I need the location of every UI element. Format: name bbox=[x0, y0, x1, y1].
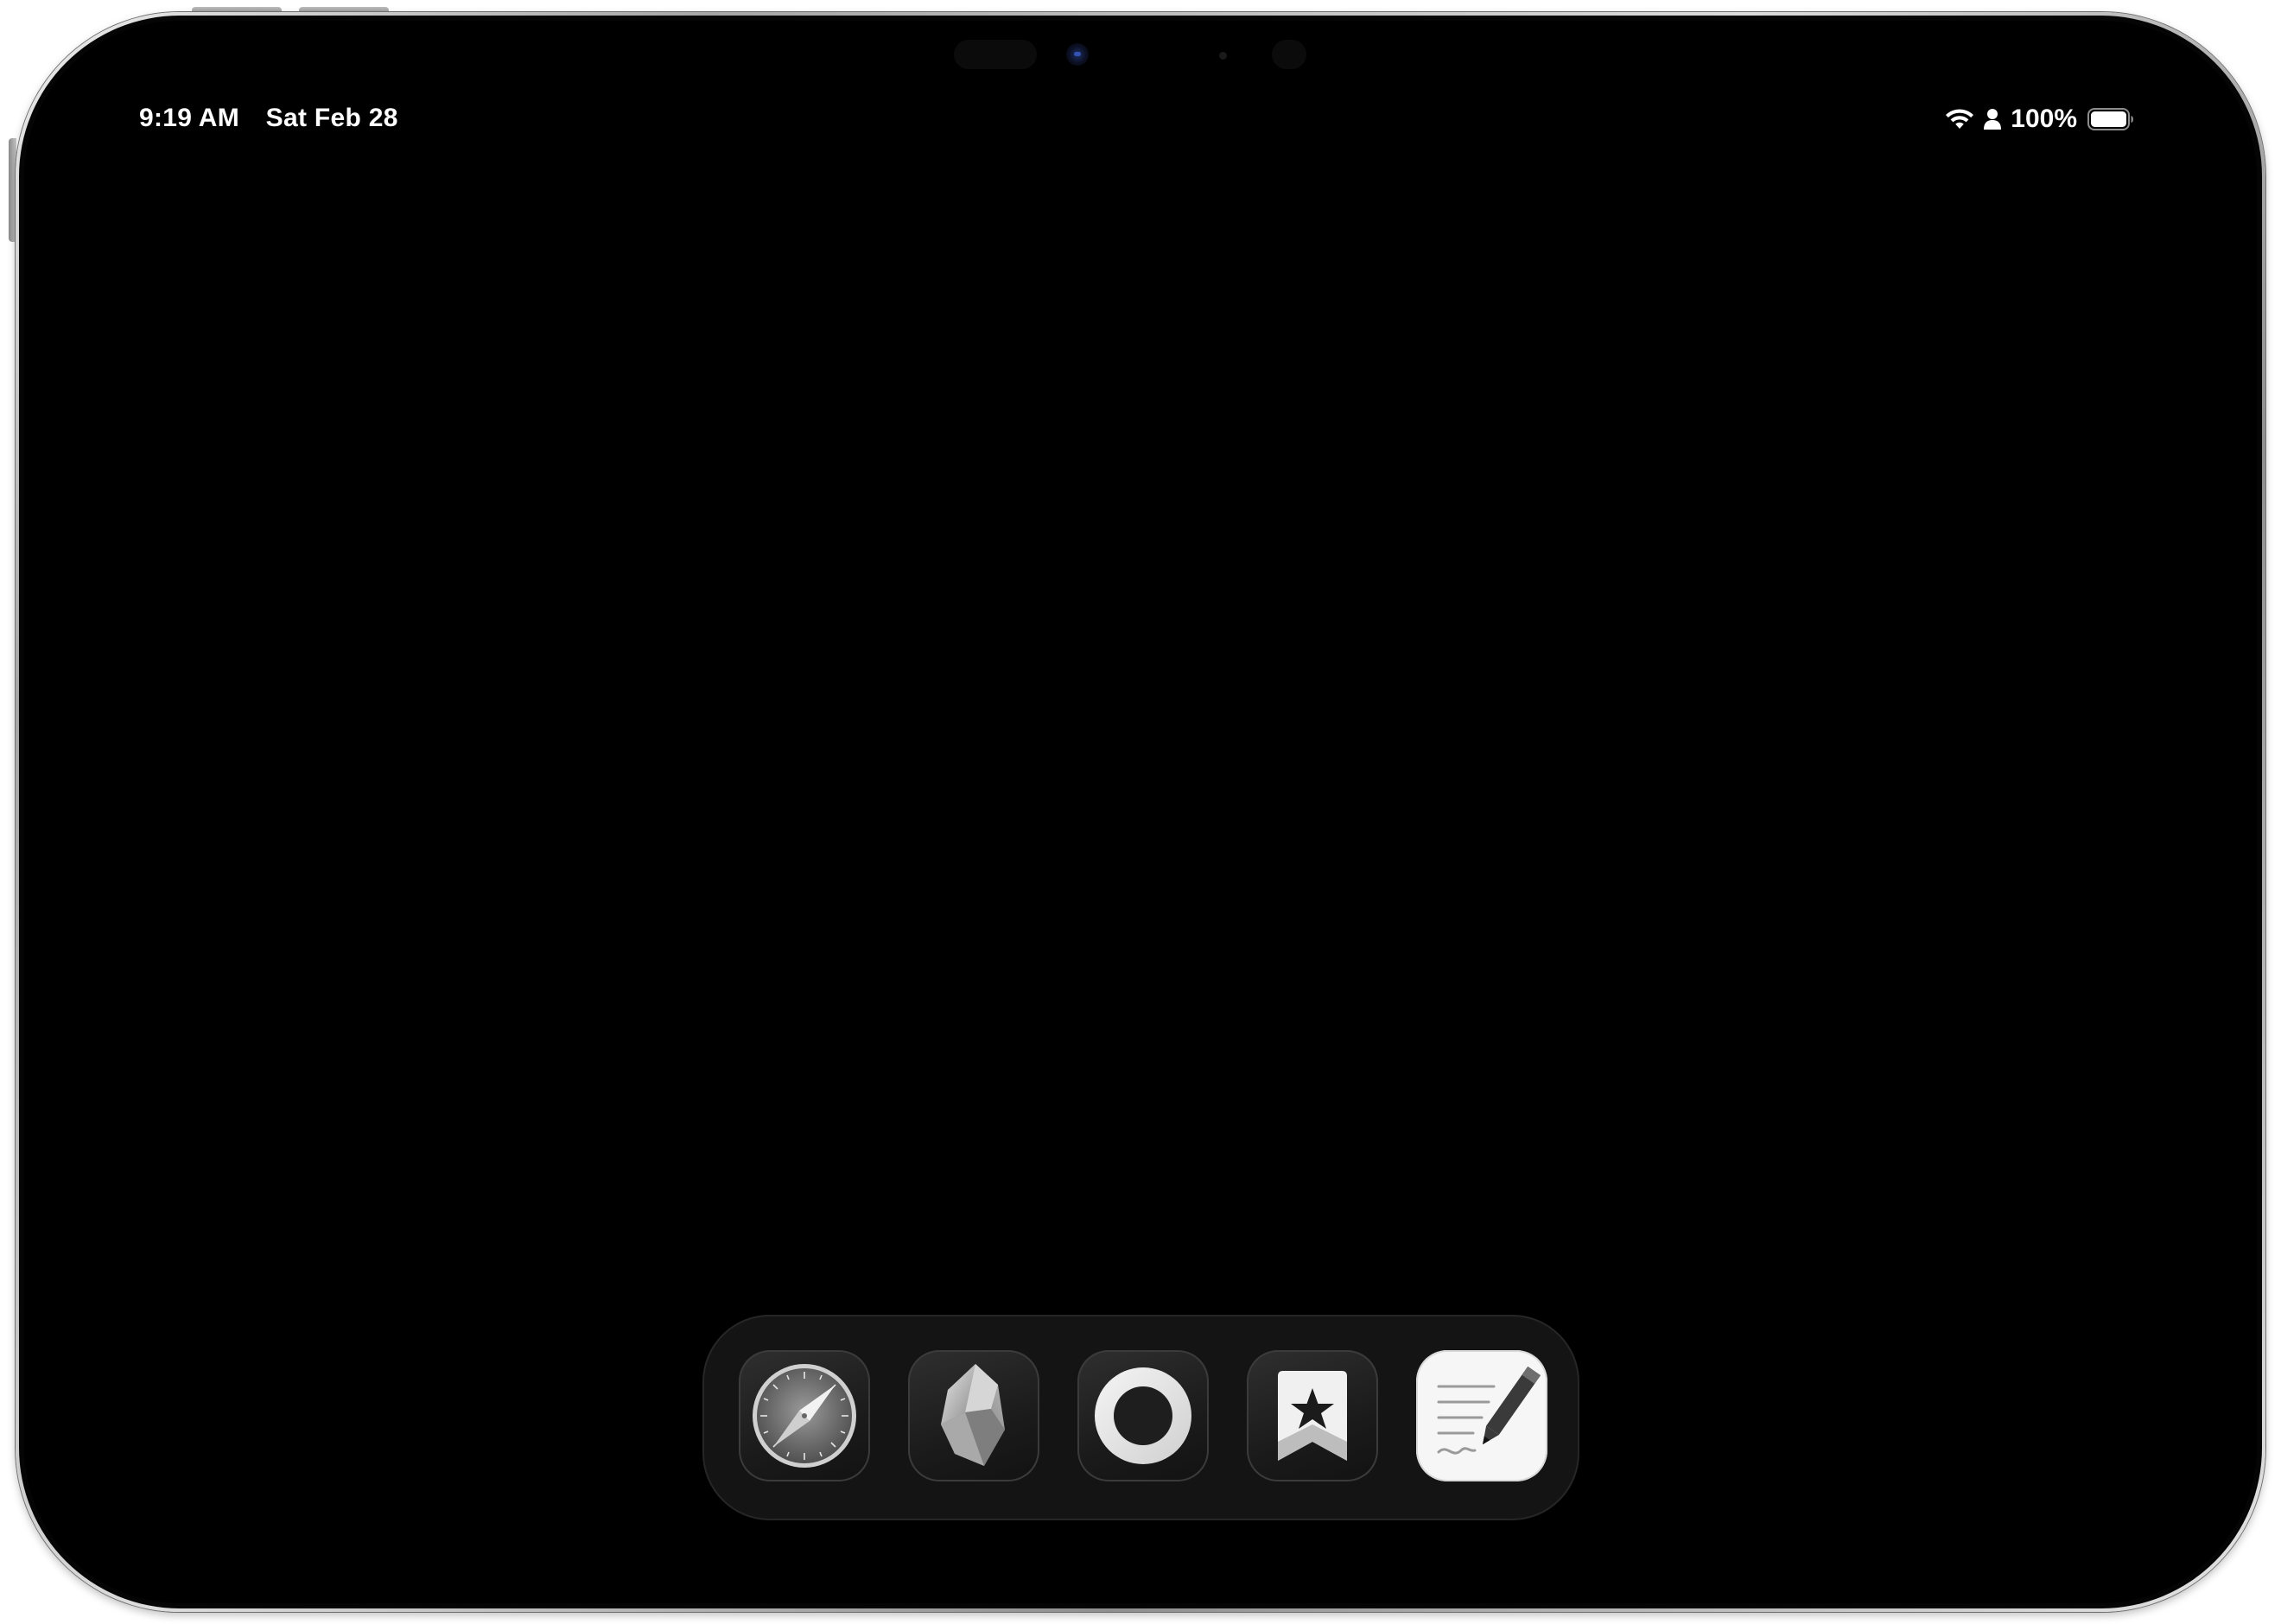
safari-compass-icon bbox=[753, 1364, 856, 1468]
ipad-device: 9:19 AM Sat Feb 28 100% bbox=[0, 0, 2281, 1624]
wifi-icon bbox=[1945, 108, 1974, 130]
home-screen: 9:19 AM Sat Feb 28 100% bbox=[24, 21, 2257, 1603]
person-icon bbox=[1983, 108, 2002, 130]
status-date: Sat Feb 28 bbox=[265, 104, 398, 132]
dock-app-bookmarks[interactable] bbox=[1247, 1350, 1378, 1481]
ambient-sensor bbox=[1219, 52, 1227, 60]
status-time: 9:19 AM bbox=[139, 104, 240, 132]
status-bar-right: 100% bbox=[1945, 104, 2134, 135]
face-sensor bbox=[954, 40, 1037, 69]
dock-app-ring[interactable] bbox=[1077, 1350, 1209, 1481]
obsidian-crystal-icon bbox=[941, 1364, 1005, 1466]
dock bbox=[702, 1315, 1579, 1520]
dock-app-safari[interactable] bbox=[739, 1350, 870, 1481]
notes-pencil-icon bbox=[1437, 1366, 1541, 1455]
dock-app-notes[interactable] bbox=[1416, 1350, 1547, 1481]
front-camera bbox=[1066, 43, 1089, 66]
dock-app-obsidian[interactable] bbox=[908, 1350, 1039, 1481]
status-bar-left: 9:19 AM Sat Feb 28 bbox=[139, 104, 398, 133]
bookmark-star-icon bbox=[1278, 1371, 1347, 1461]
ring-circle-icon bbox=[1095, 1367, 1191, 1464]
battery-percent: 100% bbox=[2011, 105, 2077, 133]
battery-icon bbox=[2087, 108, 2134, 130]
proximity-sensor bbox=[1272, 40, 1306, 69]
